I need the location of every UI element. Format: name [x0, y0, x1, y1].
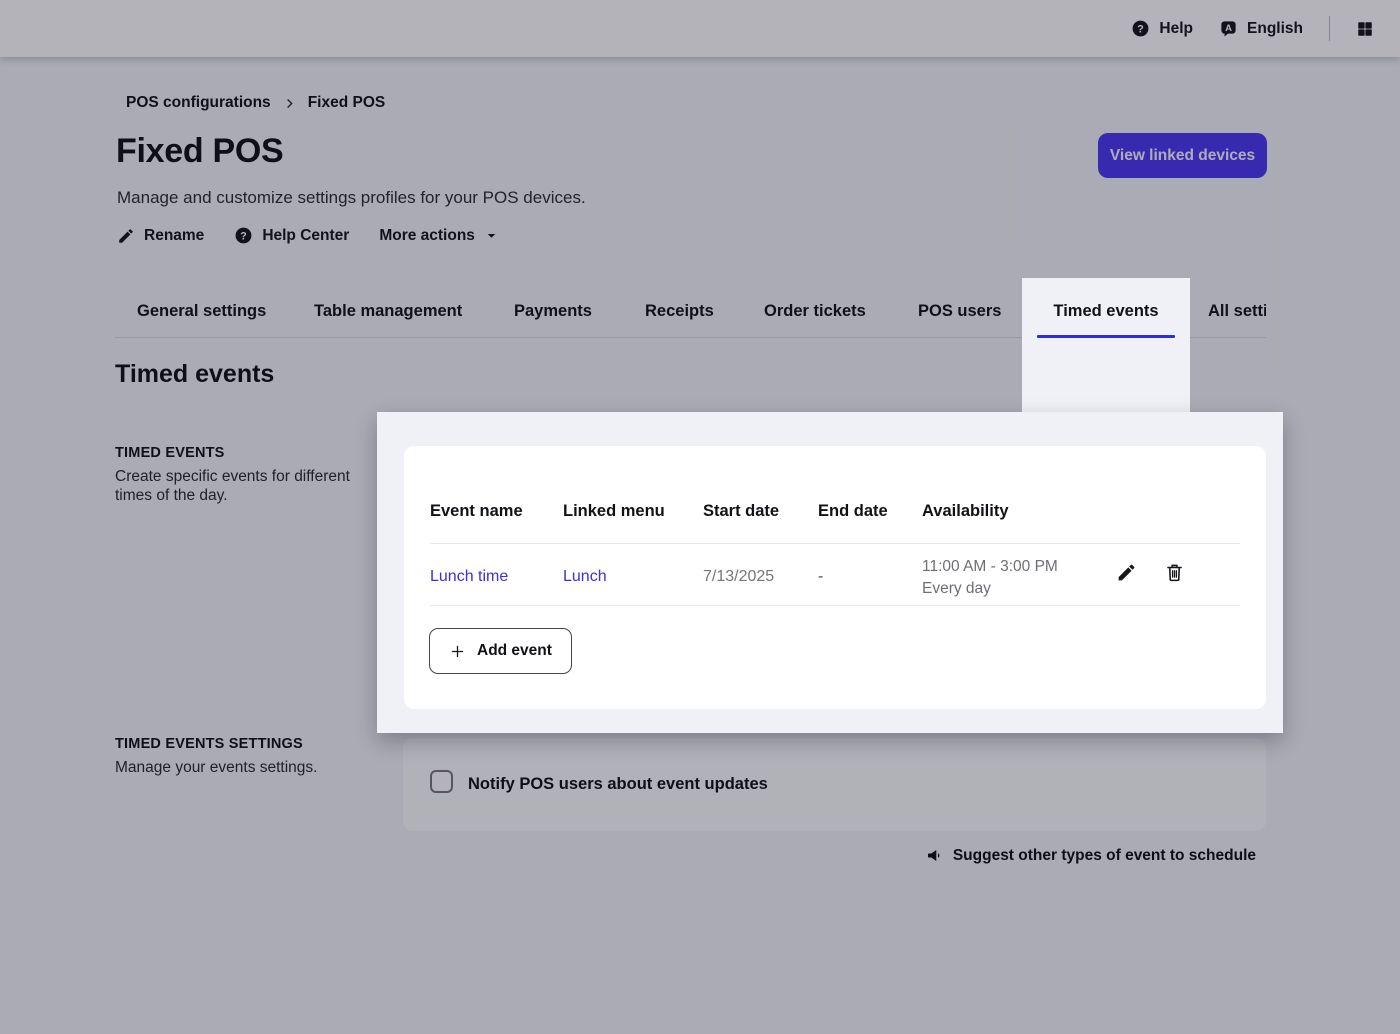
event-name-link[interactable]: Lunch time [430, 568, 508, 586]
events-table-card: Event name Linked menu Start date End da… [404, 446, 1266, 709]
add-event-button[interactable]: Add event [429, 628, 572, 674]
timed-events-spotlight-panel: Event name Linked menu Start date End da… [377, 412, 1283, 733]
tab-timed-events-label: Timed events [1022, 302, 1190, 321]
column-header-availability: Availability [922, 502, 1009, 521]
plus-icon [449, 643, 466, 660]
tab-timed-events[interactable]: Timed events [1022, 278, 1190, 413]
active-tab-underline [1037, 335, 1175, 338]
linked-menu-link[interactable]: Lunch [563, 568, 607, 586]
delete-event-button[interactable] [1162, 560, 1186, 584]
start-date-value: 7/13/2025 [703, 568, 774, 586]
column-header-event-name: Event name [430, 502, 523, 521]
add-event-label: Add event [477, 642, 552, 660]
column-header-end-date: End date [818, 502, 888, 521]
pencil-icon [1116, 562, 1137, 583]
edit-event-button[interactable] [1114, 560, 1138, 584]
availability-value: 11:00 AM - 3:00 PM Every day [922, 556, 1058, 600]
column-header-linked-menu: Linked menu [563, 502, 665, 521]
availability-time: 11:00 AM - 3:00 PM [922, 556, 1058, 578]
trash-icon [1164, 562, 1185, 583]
column-header-start-date: Start date [703, 502, 779, 521]
table-divider [430, 543, 1240, 544]
availability-recurrence: Every day [922, 578, 1058, 600]
end-date-value: - [818, 568, 823, 586]
pos-configuration-page: ? Help A English POS configurations Fixe… [0, 0, 1400, 1034]
table-divider [430, 605, 1240, 606]
